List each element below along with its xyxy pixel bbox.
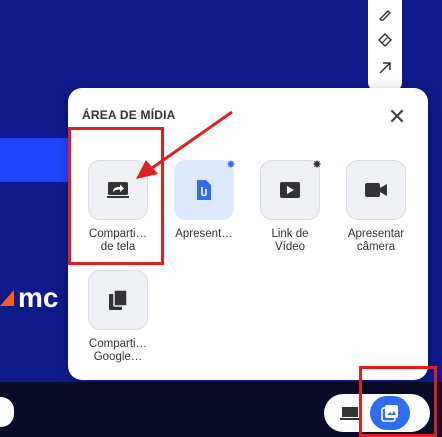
annotation-arrow (136, 110, 233, 179)
